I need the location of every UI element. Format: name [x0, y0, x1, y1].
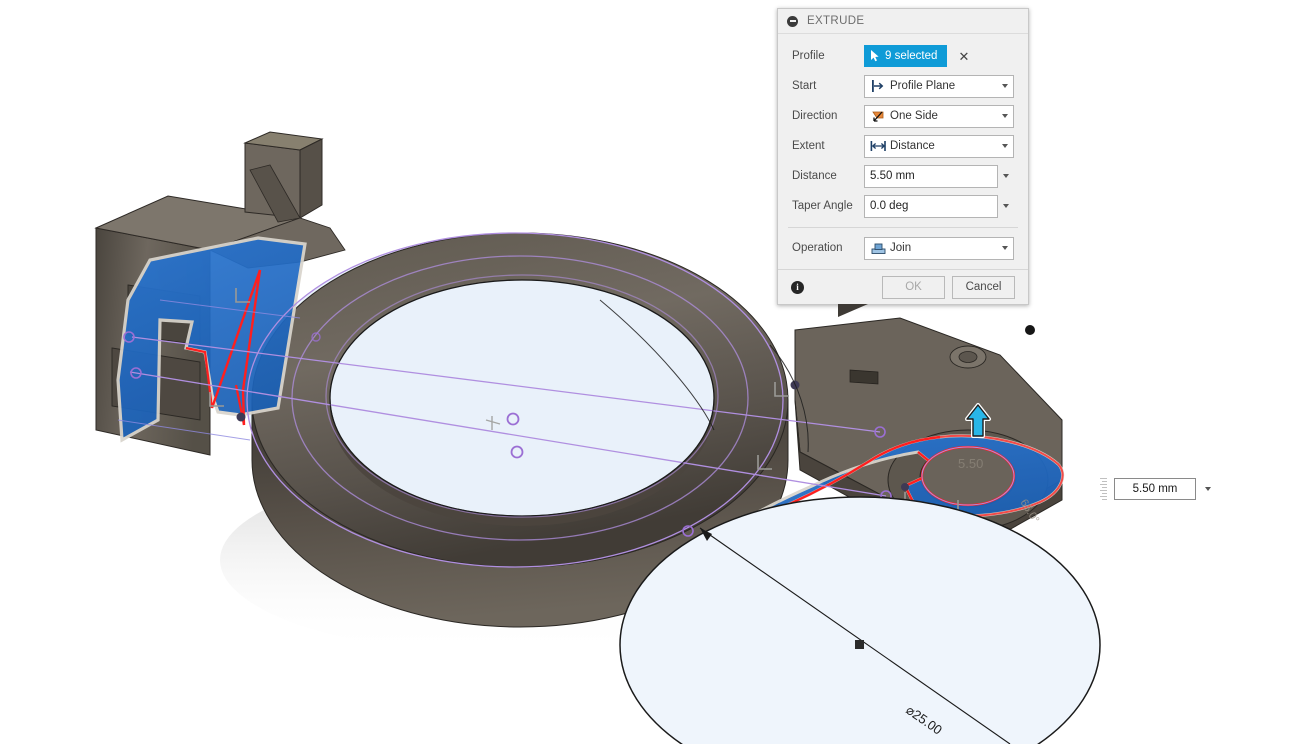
lug-slot [849, 369, 879, 385]
distance-control[interactable]: 5.50 mm [864, 164, 1014, 188]
start-control[interactable]: Profile Plane [864, 74, 1014, 98]
dialog-title: EXTRUDE [807, 15, 865, 27]
operation-label: Operation [792, 242, 843, 254]
extent-value: Distance [890, 140, 935, 152]
chevron-down-icon[interactable] [996, 136, 1013, 157]
extent-combo[interactable]: Distance [864, 134, 1014, 158]
floating-value-field[interactable]: 5.50 mm [1114, 478, 1196, 500]
dimension-drag-handle[interactable] [855, 640, 864, 649]
drag-grip-icon[interactable] [1100, 478, 1109, 500]
dialog-buttons: OK Cancel [882, 275, 1015, 299]
direction-value: One Side [890, 110, 938, 122]
distance-annotation: 5.50 [958, 456, 983, 471]
taper-angle-input[interactable]: 0.0 deg [864, 194, 998, 218]
lone-sketch-point[interactable] [1025, 325, 1035, 335]
distance-label: Distance [792, 170, 837, 182]
distance-input[interactable]: 5.50 mm [864, 164, 998, 188]
taper-angle-label: Taper Angle [792, 200, 853, 212]
chevron-down-icon[interactable] [998, 174, 1014, 178]
cancel-button[interactable]: Cancel [952, 275, 1015, 299]
dialog-divider [788, 227, 1018, 228]
info-icon[interactable]: i [791, 280, 804, 294]
dialog-pointer-tail [838, 304, 868, 317]
chevron-down-icon[interactable] [996, 76, 1013, 97]
row-taper-angle: Taper Angle 0.0 deg [778, 191, 1028, 221]
floating-distance-input[interactable]: 5.50 mm [1100, 478, 1215, 500]
join-solid-icon [869, 242, 887, 255]
extent-label: Extent [792, 140, 825, 152]
chevron-down-icon[interactable] [1201, 487, 1215, 491]
dialog-body: Profile 9 selected ✕ Start Profile Plane… [778, 34, 1028, 269]
taper-angle-control[interactable]: 0.0 deg [864, 194, 1014, 218]
one-side-arrow-icon [869, 110, 887, 123]
minus-circle-icon[interactable] [787, 15, 798, 27]
row-direction: Direction One Side [778, 101, 1028, 131]
ring-bore-fill [329, 279, 715, 517]
chevron-down-icon[interactable] [998, 204, 1014, 208]
start-value: Profile Plane [890, 80, 956, 92]
chevron-down-icon[interactable] [996, 238, 1013, 259]
direction-combo[interactable]: One Side [864, 104, 1014, 128]
pointer-arrow-icon [871, 50, 879, 62]
model-canvas[interactable]: ⌀25.00 5.50 65.0° [0, 0, 1309, 744]
ok-button[interactable]: OK [882, 275, 945, 299]
start-combo[interactable]: Profile Plane [864, 74, 1014, 98]
extrude-dialog[interactable]: EXTRUDE Profile 9 selected ✕ Start Profi… [777, 8, 1029, 317]
profile-label: Profile [792, 50, 825, 62]
direction-label: Direction [792, 110, 838, 122]
fusion-extrude-screen: ⌀25.00 5.50 65.0° EXTRUDE Profile 9 sele… [0, 0, 1309, 744]
3d-viewport[interactable]: ⌀25.00 5.50 65.0° [0, 0, 1309, 744]
row-distance: Distance 5.50 mm [778, 161, 1028, 191]
left-fin-edge [299, 138, 323, 219]
dialog-header[interactable]: EXTRUDE [778, 9, 1028, 34]
operation-combo[interactable]: Join [864, 236, 1014, 260]
operation-control[interactable]: Join [864, 236, 1014, 260]
row-profile: Profile 9 selected ✕ [778, 41, 1028, 71]
profile-plane-icon [869, 80, 887, 92]
profile-selection-text: 9 selected [885, 50, 938, 62]
row-operation: Operation Join [778, 233, 1028, 263]
close-x-icon[interactable]: ✕ [958, 50, 969, 63]
row-start: Start Profile Plane [778, 71, 1028, 101]
operation-value: Join [890, 242, 912, 254]
chevron-down-icon[interactable] [996, 106, 1013, 127]
lug-boss-hole [958, 351, 978, 363]
profile-control[interactable]: 9 selected ✕ [864, 45, 1014, 67]
start-label: Start [792, 80, 817, 92]
direction-control[interactable]: One Side [864, 104, 1014, 128]
distance-arrows-icon [869, 140, 887, 152]
dialog-footer: i OK Cancel [778, 269, 1028, 304]
row-extent: Extent Distance [778, 131, 1028, 161]
extent-control[interactable]: Distance [864, 134, 1014, 158]
profile-selection-chip[interactable]: 9 selected [864, 45, 948, 67]
